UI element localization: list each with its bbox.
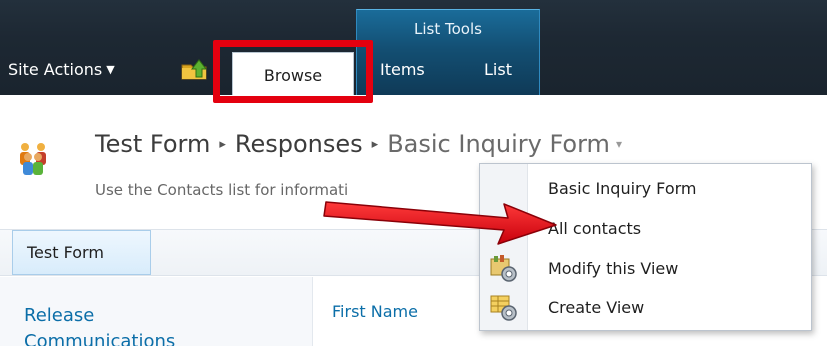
breadcrumb: Test Form ▸ Responses ▸ Basic Inquiry Form ▾ — [95, 130, 622, 158]
menu-item-modify-this-view[interactable]: Modify this View — [480, 248, 811, 288]
chevron-down-icon: ▼ — [106, 63, 115, 76]
breadcrumb-current-view[interactable]: Basic Inquiry Form — [387, 130, 610, 158]
menu-item-create-view[interactable]: Create View — [480, 287, 811, 327]
breadcrumb-list[interactable]: Responses — [235, 130, 363, 158]
tab-items[interactable]: Items — [380, 60, 425, 79]
column-header-first-name[interactable]: First Name — [332, 302, 418, 321]
page-description: Use the Contacts list for informati — [95, 181, 349, 199]
annotation-highlight-box — [213, 40, 373, 103]
quick-launch-divider — [312, 277, 313, 346]
menu-item-label: Basic Inquiry Form — [548, 178, 697, 198]
quick-launch-link-release-communications[interactable]: Release Communications — [24, 303, 224, 346]
site-actions-menu[interactable]: Site Actions ▼ — [8, 60, 115, 79]
top-nav-item-label: Test Form — [27, 243, 104, 262]
contacts-people-icon — [20, 143, 46, 175]
create-view-icon — [490, 295, 517, 321]
breadcrumb-separator-icon: ▸ — [219, 137, 226, 152]
annotation-arrow-icon — [323, 201, 557, 245]
breadcrumb-site[interactable]: Test Form — [95, 130, 210, 158]
breadcrumb-separator-icon: ▸ — [371, 137, 379, 152]
view-dropdown-chevron-icon[interactable]: ▾ — [616, 137, 622, 151]
tab-list[interactable]: List — [484, 60, 512, 79]
top-nav-item-test-form[interactable]: Test Form — [12, 230, 151, 275]
navigate-up-icon[interactable] — [180, 57, 210, 81]
modify-view-icon — [490, 255, 517, 282]
site-actions-label: Site Actions — [8, 60, 103, 79]
list-tools-contextual-group: List Tools — [356, 9, 540, 95]
menu-item-label: Modify this View — [548, 258, 679, 278]
menu-item-label: Create View — [548, 297, 645, 317]
list-tools-title: List Tools — [414, 20, 482, 38]
